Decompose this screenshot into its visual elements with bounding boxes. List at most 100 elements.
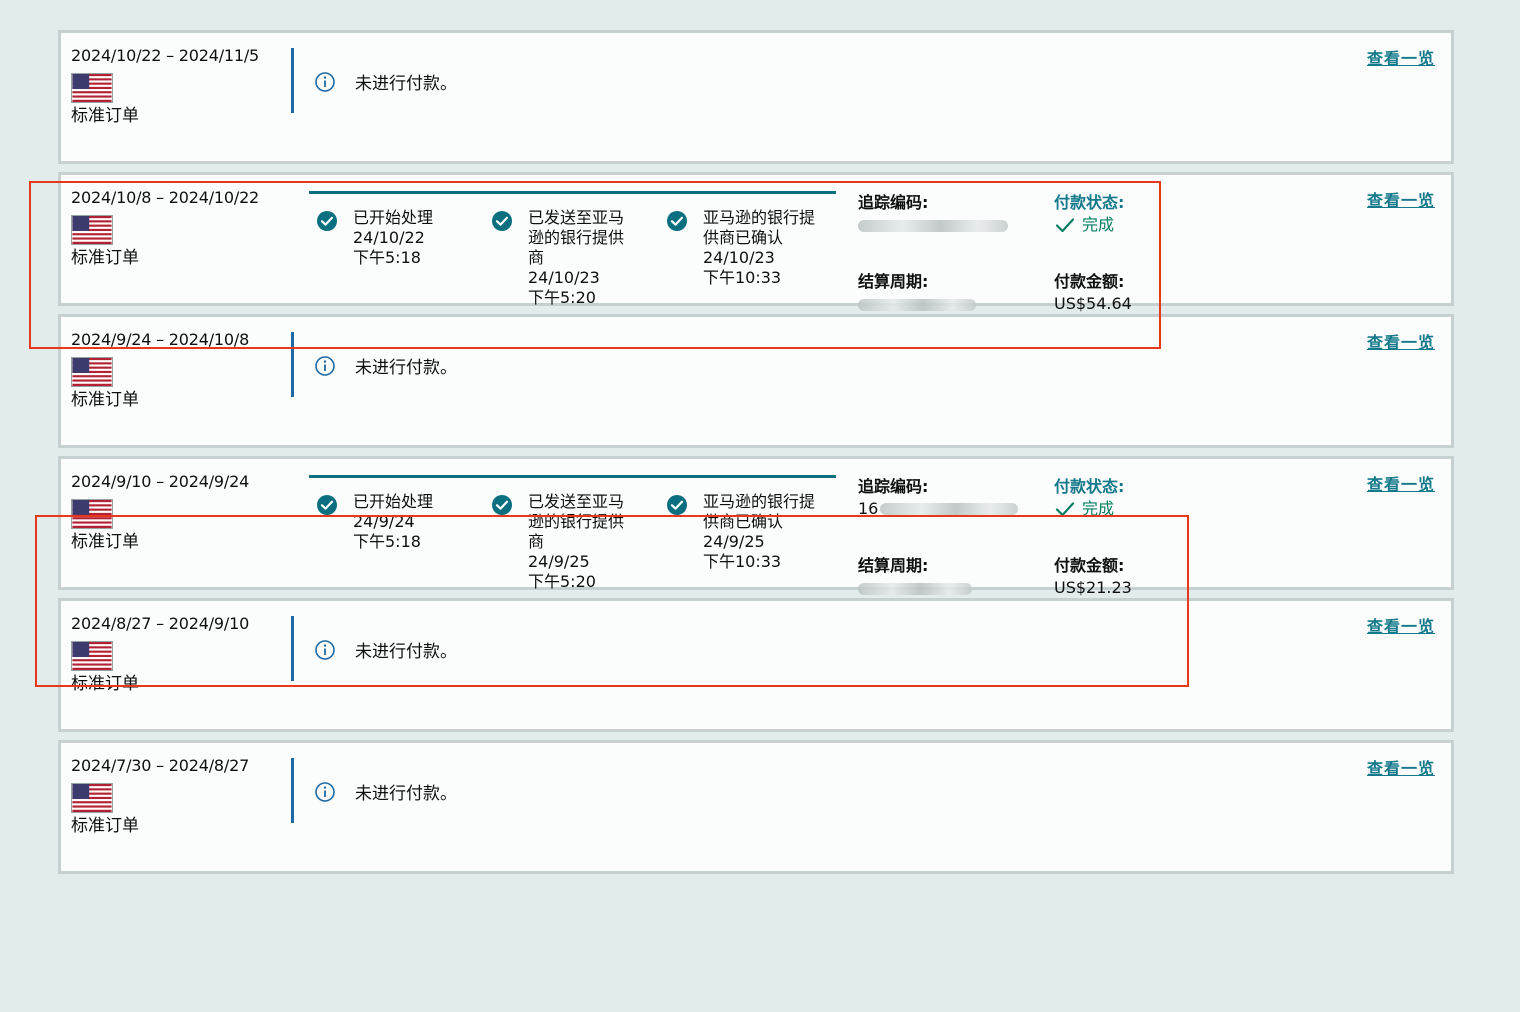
order-type: 标准订单 xyxy=(71,106,139,126)
view-summary-link[interactable]: 查看一览 xyxy=(1367,755,1435,779)
unpaid-notice: 未进行付款。 xyxy=(314,637,457,662)
status-text: 完成 xyxy=(1082,215,1115,234)
view-summary-link[interactable]: 查看一览 xyxy=(1367,471,1435,495)
step-label: 已开始处理 xyxy=(353,492,434,511)
step-time: 下午5:18 xyxy=(353,532,421,551)
settlement-period: 2024/9/24 – 2024/10/8 xyxy=(71,330,250,349)
cycle-label: 结算周期: xyxy=(858,556,929,575)
check-circle-icon xyxy=(492,495,512,515)
us-flag-icon xyxy=(71,357,113,387)
cycle-info: 结算周期: xyxy=(858,555,1018,595)
checkmark-icon xyxy=(1055,218,1075,233)
step-label: 已发送至亚马逊的银行提供商 xyxy=(528,208,625,267)
settlement-card: 2024/9/24 – 2024/10/8 标准订单 未进行付款。 查看一览 xyxy=(58,314,1454,448)
payment-status: 付款状态: 完成 xyxy=(1054,476,1174,520)
cycle-label: 结算周期: xyxy=(858,272,929,291)
info-circle-icon xyxy=(315,781,335,802)
step-label: 已发送至亚马逊的银行提供商 xyxy=(528,492,625,551)
status-label: 付款状态: xyxy=(1054,477,1125,496)
step-date: 24/9/25 xyxy=(703,532,765,551)
us-flag-icon xyxy=(71,73,113,103)
us-flag-icon xyxy=(71,215,113,245)
settlement-period: 2024/9/10 – 2024/9/24 xyxy=(71,472,250,491)
info-circle-icon xyxy=(315,355,335,376)
settlement-card: 2024/8/27 – 2024/9/10 标准订单 未进行付款。 查看一览 xyxy=(58,598,1454,732)
tracking-label: 追踪编码: xyxy=(858,193,929,212)
tracking-value-redacted xyxy=(858,220,1008,232)
unpaid-notice: 未进行付款。 xyxy=(314,779,457,804)
step-label: 亚马逊的银行提供商已确认 xyxy=(703,208,816,247)
unpaid-message: 未进行付款。 xyxy=(355,74,457,94)
cycle-info: 结算周期: xyxy=(858,271,1018,311)
settlement-card: 2024/10/22 – 2024/11/5 标准订单 未进行付款。 查看一览 xyxy=(58,30,1454,164)
progress-bar xyxy=(309,475,836,478)
step-time: 下午5:20 xyxy=(528,288,596,307)
progress-step: 亚马逊的银行提供商已确认 24/10/23 下午10:33 xyxy=(666,208,816,288)
step-date: 24/10/22 xyxy=(353,228,425,247)
tracking-value: 16 xyxy=(858,499,879,518)
unpaid-message: 未进行付款。 xyxy=(355,642,457,662)
amount-label: 付款金额: xyxy=(1054,272,1125,291)
step-time: 下午10:33 xyxy=(703,268,782,287)
us-flag-icon xyxy=(71,499,113,529)
us-flag-icon xyxy=(71,641,113,671)
view-summary-link[interactable]: 查看一览 xyxy=(1367,45,1435,69)
card-left: 2024/9/24 – 2024/10/8 标准订单 xyxy=(71,329,286,412)
progress-step: 已发送至亚马逊的银行提供商 24/9/25 下午5:20 xyxy=(491,492,636,592)
status-value: 完成 xyxy=(1054,498,1174,520)
info-circle-icon xyxy=(315,71,335,92)
settlement-card: 2024/9/10 – 2024/9/24 标准订单 已开始处理 24/9/24… xyxy=(58,456,1454,597)
check-circle-icon xyxy=(492,211,512,231)
payment-amount: 付款金额: US$21.23 xyxy=(1054,555,1174,599)
step-time: 下午10:33 xyxy=(703,552,782,571)
info-circle-icon xyxy=(315,639,335,660)
view-summary-link[interactable]: 查看一览 xyxy=(1367,613,1435,637)
unpaid-notice: 未进行付款。 xyxy=(314,69,457,94)
step-date: 24/10/23 xyxy=(528,268,600,287)
order-type: 标准订单 xyxy=(71,532,139,552)
check-circle-icon xyxy=(667,211,687,231)
check-circle-icon xyxy=(317,495,337,515)
unpaid-notice: 未进行付款。 xyxy=(314,353,457,378)
settlement-list: 2024/10/22 – 2024/11/5 标准订单 未进行付款。 查看一览 … xyxy=(58,30,1454,882)
cycle-value-redacted xyxy=(858,583,972,595)
amount-label: 付款金额: xyxy=(1054,556,1125,575)
cycle-value-redacted xyxy=(858,299,976,311)
step-date: 24/10/23 xyxy=(703,248,775,267)
us-flag-icon xyxy=(71,783,113,813)
progress-step: 已开始处理 24/9/24 下午5:18 xyxy=(316,492,466,552)
separator xyxy=(291,48,294,113)
check-circle-icon xyxy=(317,211,337,231)
order-type: 标准订单 xyxy=(71,248,139,268)
settlement-card: 2024/7/30 – 2024/8/27 标准订单 未进行付款。 查看一览 xyxy=(58,740,1454,874)
unpaid-message: 未进行付款。 xyxy=(355,784,457,804)
tracking-info: 追踪编码: 16 xyxy=(858,476,1033,520)
unpaid-message: 未进行付款。 xyxy=(355,358,457,378)
check-circle-icon xyxy=(667,495,687,515)
step-label: 亚马逊的银行提供商已确认 xyxy=(703,492,816,531)
settlement-period: 2024/10/22 – 2024/11/5 xyxy=(71,46,260,65)
payment-status: 付款状态: 完成 xyxy=(1054,192,1174,236)
step-time: 下午5:18 xyxy=(353,248,421,267)
step-date: 24/9/25 xyxy=(528,552,590,571)
step-date: 24/9/24 xyxy=(353,512,415,531)
status-text: 完成 xyxy=(1082,499,1115,518)
order-type: 标准订单 xyxy=(71,674,139,694)
card-left: 2024/10/22 – 2024/11/5 标准订单 xyxy=(71,45,286,128)
settlement-card: 2024/10/8 – 2024/10/22 标准订单 已开始处理 24/10/… xyxy=(58,172,1454,313)
settlement-period: 2024/8/27 – 2024/9/10 xyxy=(71,614,250,633)
card-left: 2024/10/8 – 2024/10/22 标准订单 xyxy=(71,187,286,270)
card-left: 2024/8/27 – 2024/9/10 标准订单 xyxy=(71,613,286,696)
status-value: 完成 xyxy=(1054,214,1174,236)
separator xyxy=(291,616,294,681)
progress-step: 亚马逊的银行提供商已确认 24/9/25 下午10:33 xyxy=(666,492,816,572)
settlement-period: 2024/7/30 – 2024/8/27 xyxy=(71,756,250,775)
tracking-value-redacted xyxy=(880,503,1019,515)
card-left: 2024/7/30 – 2024/8/27 标准订单 xyxy=(71,755,286,838)
tracking-info: 追踪编码: xyxy=(858,192,1018,232)
view-summary-link[interactable]: 查看一览 xyxy=(1367,187,1435,211)
view-summary-link[interactable]: 查看一览 xyxy=(1367,329,1435,353)
separator xyxy=(291,758,294,823)
progress-bar xyxy=(309,191,836,194)
separator xyxy=(291,332,294,397)
